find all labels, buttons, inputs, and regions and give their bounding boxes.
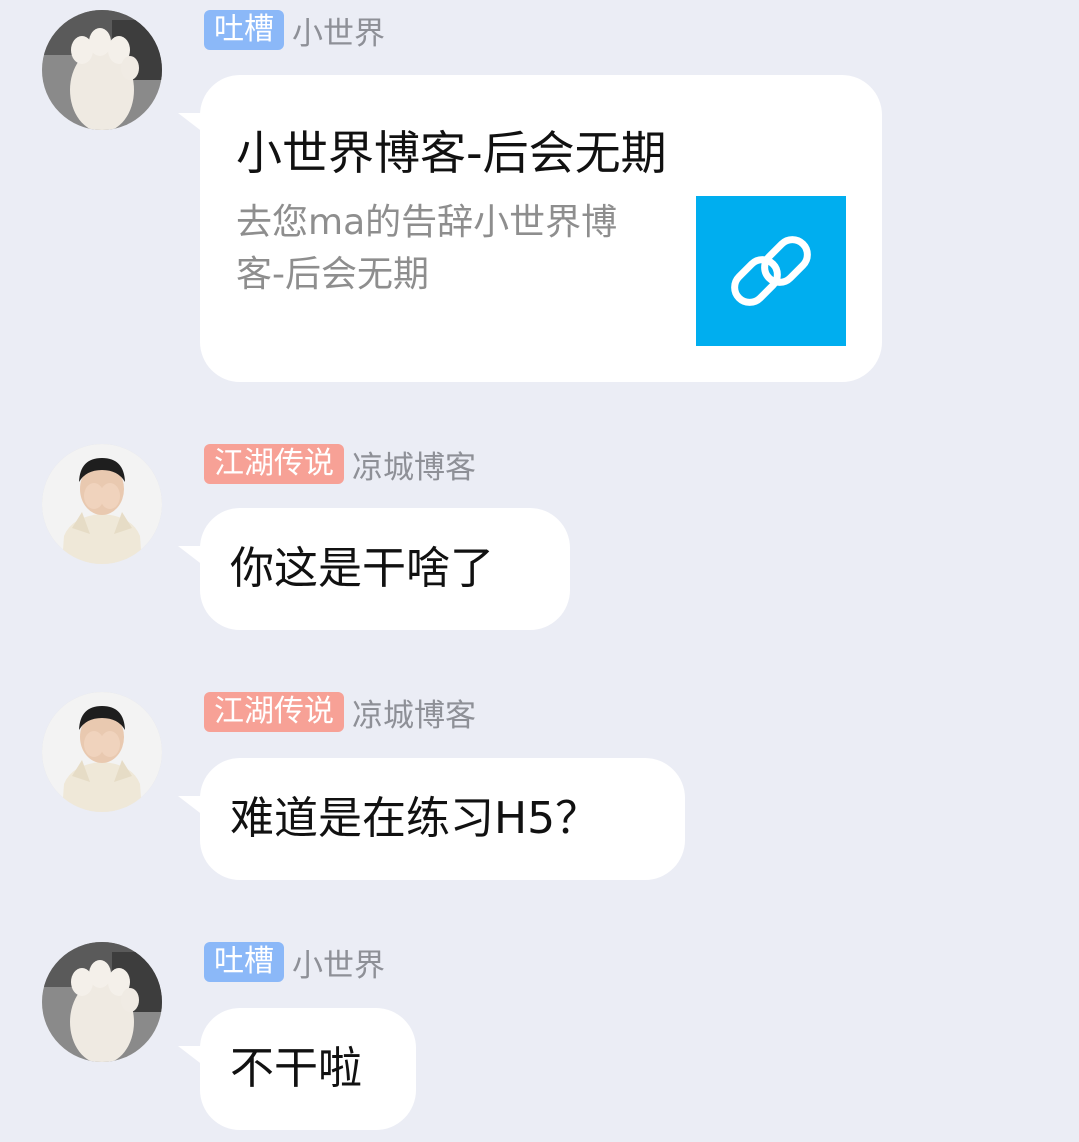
link-icon <box>731 236 811 306</box>
boy-covering-face-avatar[interactable] <box>42 692 162 812</box>
sender-name[interactable]: 小世界 <box>292 8 385 53</box>
sender-badge: 江湖传说 <box>204 444 344 484</box>
bubble-tail <box>178 796 204 816</box>
bubble-tail <box>178 1046 204 1066</box>
sender-meta: 江湖传说 凉城博客 <box>204 442 476 487</box>
sender-meta: 吐槽 小世界 <box>204 940 385 985</box>
message-bubble[interactable]: 难道是在练习H5？ <box>178 758 685 880</box>
message-text: 不干啦 <box>230 1043 362 1094</box>
bubble-tail <box>178 113 204 133</box>
sender-badge: 吐槽 <box>204 10 284 50</box>
sender-name[interactable]: 凉城博客 <box>352 690 476 735</box>
link-card-bubble[interactable]: 小世界博客-后会无期 去您ma的告辞小世界博客-后会无期 <box>178 75 882 382</box>
message-text: 你这是干啥了 <box>230 543 494 594</box>
message-text: 难道是在练习H5？ <box>230 793 600 844</box>
sender-badge: 江湖传说 <box>204 692 344 732</box>
sender-name[interactable]: 小世界 <box>292 940 385 985</box>
message-bubble[interactable]: 你这是干啥了 <box>178 508 570 630</box>
sender-name[interactable]: 凉城博客 <box>352 442 476 487</box>
bubble-tail <box>178 546 204 566</box>
message-bubble[interactable]: 不干啦 <box>178 1008 416 1130</box>
sender-meta: 江湖传说 凉城博客 <box>204 690 476 735</box>
sender-meta: 吐槽 小世界 <box>204 8 385 53</box>
cat-paw-avatar[interactable] <box>42 942 162 1062</box>
cat-paw-avatar[interactable] <box>42 10 162 130</box>
link-description: 去您ma的告辞小世界博客-后会无期 <box>236 202 618 295</box>
boy-covering-face-avatar[interactable] <box>42 444 162 564</box>
sender-badge: 吐槽 <box>204 942 284 982</box>
link-title: 小世界博客-后会无期 <box>236 126 667 180</box>
link-thumbnail <box>696 196 846 346</box>
